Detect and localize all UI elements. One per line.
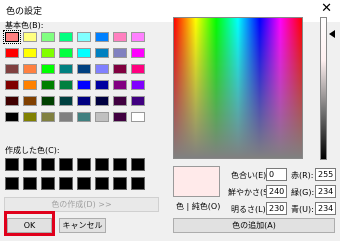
red-field[interactable]: 255: [315, 168, 336, 181]
luminosity-bar[interactable]: [320, 17, 327, 160]
basic-color-swatch[interactable]: [95, 80, 109, 90]
basic-color-swatch[interactable]: [5, 112, 19, 122]
basic-color-swatch[interactable]: [59, 96, 73, 106]
basic-color-swatch[interactable]: [59, 64, 73, 74]
custom-color-swatch[interactable]: [95, 177, 109, 190]
basic-color-swatch[interactable]: [59, 32, 73, 42]
basic-color-swatch[interactable]: [23, 80, 37, 90]
basic-color-swatch[interactable]: [41, 112, 55, 122]
custom-color-swatch[interactable]: [95, 158, 109, 171]
sat-field[interactable]: 240: [266, 185, 287, 198]
custom-color-swatch[interactable]: [77, 177, 91, 190]
custom-color-swatch[interactable]: [131, 177, 145, 190]
custom-color-swatch[interactable]: [5, 177, 19, 190]
custom-color-swatch[interactable]: [59, 177, 73, 190]
basic-color-swatch[interactable]: [23, 112, 37, 122]
custom-color-swatch[interactable]: [23, 177, 37, 190]
custom-color-swatch[interactable]: [113, 177, 127, 190]
blue-label: 青(U):: [291, 205, 314, 214]
basic-color-swatch[interactable]: [131, 64, 145, 74]
basic-color-swatch[interactable]: [23, 48, 37, 58]
custom-color-swatch[interactable]: [41, 177, 55, 190]
basic-color-swatch[interactable]: [59, 80, 73, 90]
preview-label[interactable]: 色 | 純色(O): [176, 201, 220, 212]
custom-color-swatch[interactable]: [59, 158, 73, 171]
basic-color-swatch[interactable]: [5, 64, 19, 74]
custom-color-swatch[interactable]: [41, 158, 55, 171]
basic-color-swatch[interactable]: [77, 96, 91, 106]
basic-color-swatch[interactable]: [95, 112, 109, 122]
custom-colors-grid: [5, 158, 145, 190]
cancel-button[interactable]: キャンセル: [59, 218, 106, 233]
basic-color-swatch[interactable]: [41, 48, 55, 58]
basic-colors-grid: [3, 30, 145, 122]
add-to-custom-colors-button[interactable]: 色の追加(A): [173, 218, 335, 233]
basic-color-swatch[interactable]: [77, 32, 91, 42]
basic-color-swatch[interactable]: [5, 48, 19, 58]
basic-color-swatch[interactable]: [95, 96, 109, 106]
basic-color-swatch[interactable]: [131, 48, 145, 58]
basic-color-swatch[interactable]: [77, 80, 91, 90]
close-icon[interactable]: ✕: [321, 1, 332, 17]
basic-color-swatch[interactable]: [3, 30, 21, 44]
custom-color-swatch[interactable]: [23, 158, 37, 171]
basic-color-swatch[interactable]: [113, 32, 127, 42]
basic-color-swatch[interactable]: [131, 112, 145, 122]
basic-color-swatch[interactable]: [77, 112, 91, 122]
basic-color-swatch[interactable]: [41, 32, 55, 42]
color-preview: [173, 166, 220, 197]
lum-label: 明るさ(L):: [231, 205, 269, 214]
hue-field[interactable]: 0: [266, 168, 287, 181]
custom-color-swatch[interactable]: [5, 158, 19, 171]
hue-label: 色合い(E):: [231, 171, 269, 180]
basic-color-swatch[interactable]: [23, 64, 37, 74]
define-custom-colors-button[interactable]: 色の作成(D) >>: [4, 197, 159, 212]
blue-field[interactable]: 234: [315, 202, 336, 215]
basic-color-swatch[interactable]: [131, 96, 145, 106]
basic-color-swatch[interactable]: [113, 80, 127, 90]
custom-color-swatch[interactable]: [77, 158, 91, 171]
basic-color-swatch[interactable]: [95, 32, 109, 42]
basic-color-swatch[interactable]: [23, 96, 37, 106]
basic-color-swatch[interactable]: [41, 80, 55, 90]
basic-color-swatch[interactable]: [113, 96, 127, 106]
green-field[interactable]: 234: [315, 185, 336, 198]
window-title: 色の設定: [6, 7, 43, 17]
luminosity-slider-arrow-icon[interactable]: [329, 30, 335, 38]
lum-field[interactable]: 230: [266, 202, 287, 215]
basic-color-swatch[interactable]: [59, 112, 73, 122]
basic-color-swatch[interactable]: [5, 96, 19, 106]
basic-color-swatch[interactable]: [113, 48, 127, 58]
custom-colors-label: 作成した色(C):: [5, 146, 60, 155]
basic-color-swatch[interactable]: [23, 32, 37, 42]
basic-color-swatch[interactable]: [131, 80, 145, 90]
basic-color-swatch[interactable]: [95, 48, 109, 58]
green-label: 緑(G):: [291, 188, 315, 197]
basic-color-swatch[interactable]: [5, 80, 19, 90]
color-spectrum[interactable]: [173, 17, 303, 159]
basic-color-swatch[interactable]: [113, 64, 127, 74]
basic-color-swatch[interactable]: [41, 64, 55, 74]
highlight-box: [4, 211, 55, 236]
basic-color-swatch[interactable]: [77, 64, 91, 74]
basic-color-swatch[interactable]: [113, 112, 127, 122]
custom-color-swatch[interactable]: [113, 158, 127, 171]
basic-color-swatch[interactable]: [95, 64, 109, 74]
custom-color-swatch[interactable]: [131, 158, 145, 171]
basic-color-swatch[interactable]: [59, 48, 73, 58]
red-label: 赤(R):: [291, 171, 314, 180]
basic-color-swatch[interactable]: [41, 96, 55, 106]
basic-color-swatch[interactable]: [77, 48, 91, 58]
basic-colors-label: 基本色(B):: [5, 21, 44, 30]
basic-color-swatch[interactable]: [131, 32, 145, 42]
